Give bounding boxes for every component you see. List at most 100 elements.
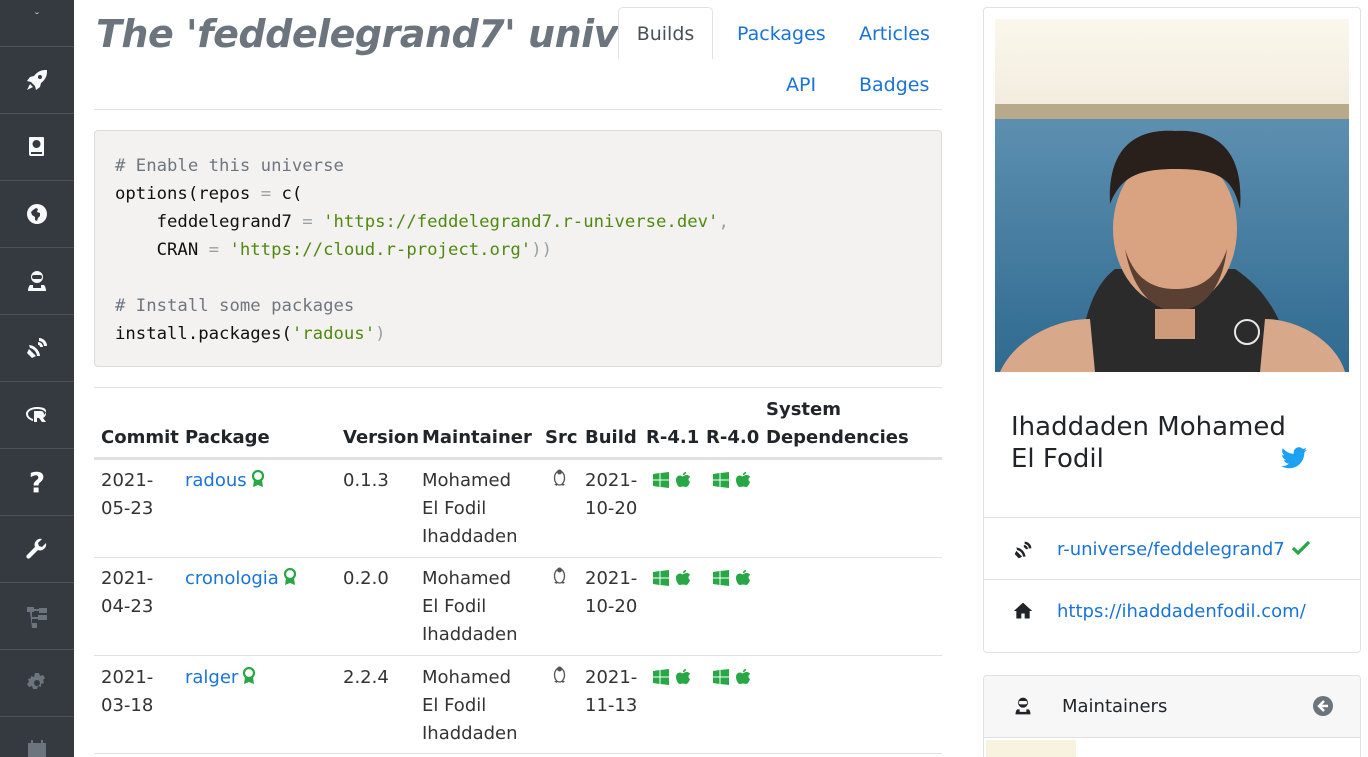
- sidebar-item-r[interactable]: [0, 382, 74, 449]
- windows-icon: [713, 669, 729, 685]
- row-divider: [94, 655, 942, 656]
- arrow-circle-left-icon[interactable]: [1313, 696, 1333, 716]
- version: 2.2.4: [343, 667, 389, 688]
- sidebar-item-tools[interactable]: [0, 516, 74, 583]
- maintainer[interactable]: Mohamed El Fodil Ihaddaden: [422, 565, 518, 649]
- maintainer[interactable]: Mohamed El Fodil Ihaddaden: [422, 467, 518, 551]
- commit-date: 2021- 03-18: [101, 667, 154, 716]
- col-header-commit[interactable]: Commit: [101, 427, 179, 448]
- sidebar-item-world[interactable]: [0, 181, 74, 248]
- build-date[interactable]: 2021- 11-13: [585, 664, 637, 720]
- maintainer-thumbnail: [986, 740, 1076, 757]
- card-divider: [984, 517, 1360, 518]
- tab-articles[interactable]: Articles: [859, 23, 930, 45]
- sidebar-item-help[interactable]: ?: [0, 449, 74, 516]
- col-header-src[interactable]: Src: [545, 427, 578, 448]
- build-date[interactable]: 2021- 10-20: [585, 467, 637, 523]
- code-comment: # Install some packages: [115, 296, 355, 316]
- globe-icon: [27, 204, 47, 224]
- code-line: CRAN = 'https://cloud.r-project.org')): [115, 240, 552, 260]
- windows-icon: [713, 472, 729, 488]
- col-header-sysdeps[interactable]: System: [766, 399, 841, 420]
- sidebar-item-home[interactable]: ᵕ: [0, 0, 74, 47]
- linux-icon[interactable]: [552, 467, 567, 495]
- package-link[interactable]: cronologia: [185, 568, 279, 589]
- install-code-block[interactable]: # Enable this universe options(repos = c…: [94, 130, 942, 367]
- windows-icon: [713, 570, 729, 586]
- table-row[interactable]: ralger: [185, 664, 256, 694]
- windows-icon: [653, 570, 669, 586]
- maintainer[interactable]: Mohamed El Fodil Ihaddaden: [422, 664, 518, 748]
- col-header-r40[interactable]: R-4.0: [706, 427, 759, 448]
- table-header-divider: [94, 457, 942, 460]
- tab-packages[interactable]: Packages: [737, 23, 826, 45]
- page-title: The 'feddelegrand7' universe: [96, 12, 709, 56]
- commit-date: 2021- 04-23: [101, 568, 154, 617]
- sidebar-item-settings[interactable]: [0, 650, 74, 717]
- satellite-dish-icon: [27, 338, 47, 358]
- maintainers-title: Maintainers: [1062, 696, 1168, 717]
- r-logo-icon: [26, 407, 46, 422]
- code-comment: # Enable this universe: [115, 156, 344, 176]
- r40-status[interactable]: [713, 570, 751, 586]
- award-icon: [283, 567, 297, 595]
- r41-status[interactable]: [653, 570, 691, 586]
- col-header-maintainer[interactable]: Maintainer: [422, 427, 532, 448]
- book-icon: [29, 137, 44, 156]
- r40-status[interactable]: [713, 472, 751, 488]
- linux-icon[interactable]: [552, 565, 567, 593]
- gear-icon: [27, 673, 45, 689]
- sidebar-item-builds[interactable]: [0, 47, 74, 114]
- calendar-icon: [28, 740, 46, 757]
- commit-date: 2021- 05-23: [101, 470, 154, 519]
- sidebar-item-calendar[interactable]: [0, 717, 74, 757]
- apple-icon: [676, 669, 690, 684]
- sidebar-item-packages[interactable]: [0, 114, 74, 181]
- col-header-version[interactable]: Version: [343, 427, 419, 448]
- apple-icon: [736, 570, 750, 585]
- package-link[interactable]: ralger: [185, 667, 238, 688]
- table-row[interactable]: radous: [185, 467, 265, 497]
- twitter-icon[interactable]: [1281, 446, 1307, 475]
- maintainers-panel: Maintainers: [983, 675, 1361, 757]
- universe-link[interactable]: r-universe/feddelegrand7: [1057, 539, 1311, 560]
- tab-badges[interactable]: Badges: [859, 74, 929, 96]
- col-header-r41[interactable]: R-4.1: [646, 427, 699, 448]
- section-divider: [94, 387, 942, 388]
- sidebar-item-deps[interactable]: [0, 583, 74, 650]
- col-header-package[interactable]: Package: [185, 427, 270, 448]
- sidebar: ᵕ ?: [0, 0, 74, 757]
- profile-photo: [995, 19, 1349, 372]
- windows-icon: [653, 669, 669, 685]
- tab-builds[interactable]: Builds: [618, 7, 713, 59]
- r40-status[interactable]: [713, 669, 751, 685]
- r41-status[interactable]: [653, 472, 691, 488]
- code-line: feddelegrand7 = 'https://feddelegrand7.r…: [115, 212, 729, 232]
- r41-status[interactable]: [653, 669, 691, 685]
- col-header-build[interactable]: Build: [585, 427, 637, 448]
- sidebar-item-maintainers[interactable]: [0, 248, 74, 315]
- homepage-link[interactable]: https://ihaddadenfodil.com/: [1057, 601, 1306, 622]
- build-date[interactable]: 2021- 10-20: [585, 565, 637, 621]
- sidebar-item-satellite[interactable]: [0, 315, 74, 382]
- maintainers-header[interactable]: Maintainers: [984, 676, 1360, 738]
- row-divider: [94, 557, 942, 558]
- tab-api[interactable]: API: [786, 74, 816, 96]
- header-divider: [94, 109, 942, 110]
- table-row[interactable]: cronologia: [185, 565, 297, 595]
- apple-icon: [736, 472, 750, 487]
- apple-icon: [676, 472, 690, 487]
- award-icon: [242, 666, 256, 694]
- logo-icon: ᵕ: [35, 8, 39, 18]
- row-divider: [94, 753, 942, 754]
- version: 0.1.3: [343, 470, 389, 491]
- apple-icon: [736, 669, 750, 684]
- wrench-icon: [26, 538, 47, 559]
- col-header-sysdeps-2: Dependencies: [766, 427, 909, 448]
- sitemap-icon: [27, 607, 47, 628]
- linux-icon[interactable]: [552, 664, 567, 692]
- maintainer-name: Ihaddaden Mohamed El Fodil: [1011, 412, 1286, 474]
- apple-icon: [676, 570, 690, 585]
- package-link[interactable]: radous: [185, 470, 247, 491]
